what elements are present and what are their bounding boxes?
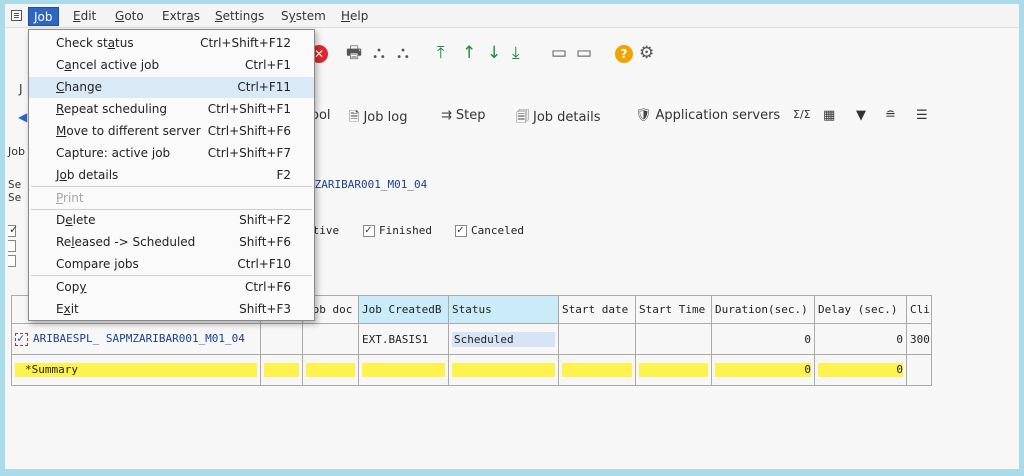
spool-cell[interactable] (260, 323, 303, 355)
first-page-icon[interactable]: ⤒ (437, 44, 445, 62)
menu-item-copy[interactable]: Copy Ctrl+F6 (29, 277, 314, 298)
system-menu-icon[interactable] (11, 10, 22, 21)
summary-label-cell: *Summary (11, 354, 261, 386)
menu-system[interactable]: System (281, 9, 326, 23)
previous-page-icon[interactable]: ↑ (462, 44, 476, 62)
menu-item-released-to-scheduled[interactable]: Released -> Scheduled Shift+F6 (29, 232, 314, 253)
summary-empty-cell (260, 354, 303, 386)
filter-icon[interactable]: ▼ (856, 108, 866, 123)
menu-edit[interactable]: Edit (73, 9, 96, 23)
step-icon: ⇉ (441, 108, 452, 123)
job-label-fragment: Job (8, 145, 25, 158)
table-row[interactable]: ARIBAESPL_ SAPMZARIBAR001_M01_04 EXT.BAS… (11, 323, 932, 355)
status-cell[interactable]: Scheduled (448, 323, 559, 355)
find-next-icon[interactable]: ⛬ (397, 44, 409, 62)
create-session-icon[interactable]: ▭ (551, 44, 567, 62)
summary-duration-cell: 0 (711, 354, 815, 386)
menu-bar: Job Edit Goto Extras Settings System Hel… (5, 4, 1019, 28)
menu-help[interactable]: Help (341, 9, 368, 23)
column-header-duration[interactable]: Duration(sec.) (711, 295, 815, 324)
menu-item-check-status[interactable]: Check status Ctrl+Shift+F12 (29, 33, 314, 54)
column-header-status[interactable]: Status (448, 295, 559, 324)
column-header-start-time[interactable]: Start Time (635, 295, 712, 324)
last-page-icon[interactable]: ⤓ (512, 44, 520, 62)
status-checkbox-fragment-2[interactable] (8, 238, 20, 252)
job-details-icon: 🗐 (516, 110, 529, 125)
summary-empty-cell (358, 354, 449, 386)
menu-goto[interactable]: Goto (115, 9, 144, 23)
created-by-cell[interactable]: EXT.BASIS1 (358, 323, 449, 355)
job-details-button[interactable]: 🗐 Job details (516, 108, 600, 130)
canceled-checkbox[interactable]: Canceled (455, 223, 524, 237)
step-button[interactable]: ⇉ Step (441, 108, 486, 123)
status-badge: Scheduled (452, 331, 555, 347)
start-time-cell[interactable] (635, 323, 712, 355)
job-name-selection: MZARIBAR001_M01_04 (308, 178, 428, 191)
sum-icon[interactable]: Σ/Σ (793, 108, 811, 121)
column-header-delay[interactable]: Delay (sec.) (814, 295, 907, 324)
menu-settings[interactable]: Settings (215, 9, 264, 23)
menu-item-job-details[interactable]: Job details F2 (29, 165, 314, 186)
menu-item-move-to-different-server[interactable]: Move to different server Ctrl+Shift+F6 (29, 121, 314, 142)
help-icon[interactable]: ? (615, 45, 633, 63)
shortcut-icon[interactable]: ▭ (576, 44, 592, 62)
summary-empty-cell (448, 354, 559, 386)
print-icon[interactable]: 🖶 (346, 44, 362, 62)
selection-label-fragment-2: Se (8, 191, 22, 204)
next-page-icon[interactable]: ↓ (487, 44, 501, 62)
menu-item-print: Print (56, 191, 84, 205)
selection-label-fragment-1: Se (8, 178, 22, 191)
summary-empty-cell (635, 354, 712, 386)
menu-job[interactable]: Job (28, 7, 59, 26)
job-dropdown-menu: Check status Ctrl+Shift+F12 Cancel active… (28, 29, 315, 321)
job-doc-cell[interactable] (302, 323, 359, 355)
finished-checkbox-box[interactable] (363, 223, 375, 237)
canceled-checkbox-box[interactable] (455, 223, 467, 237)
menu-item-delete[interactable]: Delete Shift+F2 (29, 210, 314, 231)
status-checkbox-fragment-3[interactable] (8, 253, 20, 267)
delay-cell[interactable]: 0 (814, 323, 907, 355)
client-cell[interactable]: 300 (906, 323, 932, 355)
menu-separator (31, 275, 312, 276)
summary-empty-cell (558, 354, 636, 386)
layout-icon[interactable]: ☰ (916, 108, 928, 123)
page-title-fragment: J (19, 82, 23, 96)
row-select-checkbox[interactable] (15, 331, 28, 346)
settings-gear-icon[interactable]: ⚙ (639, 44, 654, 62)
sap-window: Job Edit Goto Extras Settings System Hel… (5, 4, 1019, 469)
column-header-created-by[interactable]: Job CreatedB (358, 295, 449, 324)
summary-row: *Summary 0 0 (11, 354, 932, 386)
find-icon[interactable]: ⛬ (373, 44, 385, 62)
menu-item-cancel-active-job[interactable]: Cancel active job Ctrl+F1 (29, 55, 314, 76)
finished-checkbox[interactable]: Finished (363, 223, 432, 237)
column-header-start-date[interactable]: Start date (558, 295, 636, 324)
summary-empty-cell (302, 354, 359, 386)
column-header-client[interactable]: Cli (906, 295, 932, 324)
summary-empty-cell (906, 354, 932, 386)
menu-item-repeat-scheduling[interactable]: Repeat scheduling Ctrl+Shift+F1 (29, 99, 314, 120)
status-checkbox-fragment[interactable] (8, 223, 20, 237)
menu-item-capture-active-job[interactable]: Capture: active job Ctrl+Shift+F7 (29, 143, 314, 164)
duration-cell[interactable]: 0 (711, 323, 815, 355)
menu-extras[interactable]: Extras (162, 9, 200, 23)
job-log-button[interactable]: 🗎 Job log (349, 108, 407, 130)
sort-icon[interactable]: ≘ (885, 108, 896, 123)
job-log-icon: 🗎 (349, 110, 360, 125)
job-name-cell[interactable]: ARIBAESPL_ SAPMZARIBAR001_M01_04 (11, 323, 261, 355)
menu-item-change[interactable]: Change Ctrl+F11 (29, 77, 314, 98)
menu-item-compare-jobs[interactable]: Compare jobs Ctrl+F10 (29, 254, 314, 275)
start-date-cell[interactable] (558, 323, 636, 355)
servers-icon: 🛡 (635, 108, 652, 123)
table-icon[interactable]: ▦ (823, 108, 835, 123)
application-servers-button[interactable]: 🛡 Application servers (635, 108, 780, 123)
summary-delay-cell: 0 (814, 354, 907, 386)
menu-separator (31, 186, 312, 187)
menu-item-exit[interactable]: Exit Shift+F3 (29, 299, 314, 320)
